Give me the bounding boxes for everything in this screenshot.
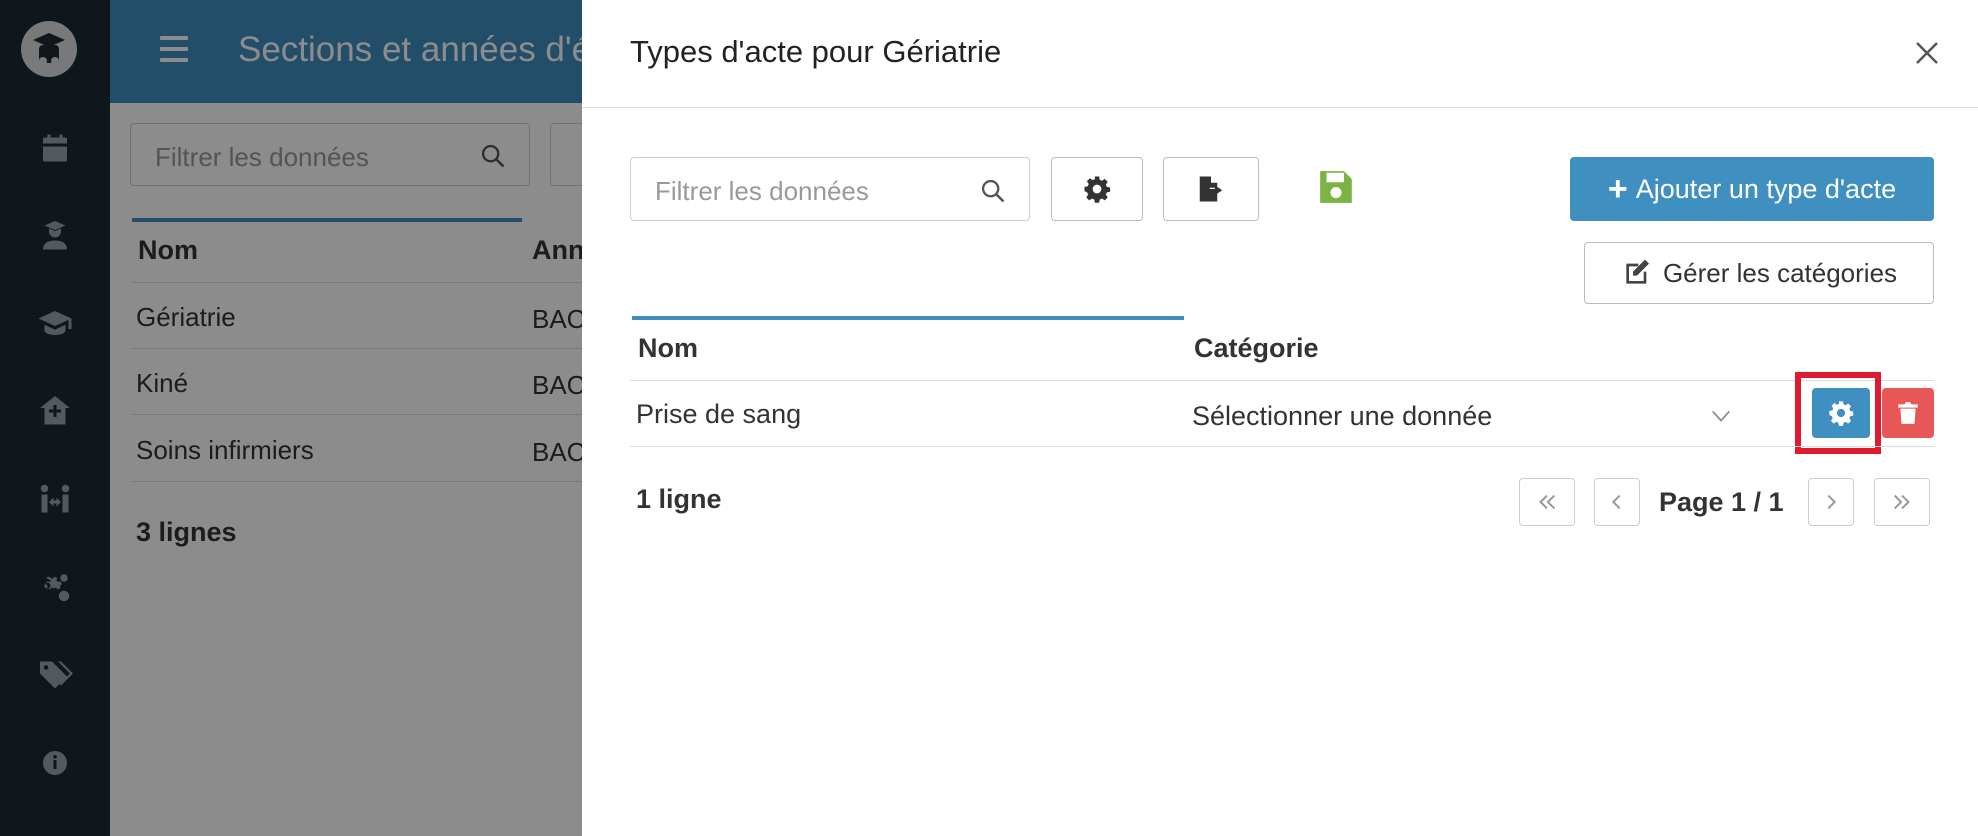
file-export-icon <box>1199 176 1223 202</box>
last-page-button[interactable] <box>1874 478 1930 526</box>
gear-icon <box>1829 401 1854 426</box>
add-act-type-button[interactable]: + Ajouter un type d'acte <box>1570 157 1934 221</box>
add-act-type-label: Ajouter un type d'acte <box>1635 173 1897 204</box>
row-divider <box>630 380 1934 381</box>
row-divider <box>630 446 1934 447</box>
search-input[interactable]: Filtrer les données <box>630 157 1030 221</box>
export-button[interactable] <box>1163 157 1259 221</box>
act-name-cell[interactable]: Prise de sang <box>636 399 801 430</box>
gear-icon <box>1084 176 1111 203</box>
settings-button[interactable] <box>1051 157 1143 221</box>
divider <box>582 107 1978 108</box>
search-placeholder: Filtrer les données <box>655 176 869 206</box>
column-header-category[interactable]: Catégorie <box>1194 333 1319 364</box>
double-chevron-left-icon <box>1539 494 1556 510</box>
page-indicator: Page 1 / 1 <box>1659 487 1784 517</box>
category-select[interactable]: Sélectionner une donnée <box>1192 401 1492 432</box>
row-settings-button[interactable] <box>1812 388 1870 438</box>
column-header-name[interactable]: Nom <box>638 333 698 364</box>
trash-icon <box>1898 402 1918 424</box>
chevron-down-icon[interactable] <box>1710 405 1732 427</box>
manage-categories-button[interactable]: Gérer les catégories <box>1584 242 1934 304</box>
manage-categories-label: Gérer les catégories <box>1662 257 1898 288</box>
acts-panel: Types d'acte pour Gériatrie Filtrer les … <box>582 0 1978 836</box>
first-page-button[interactable] <box>1519 478 1575 526</box>
double-chevron-right-icon <box>1893 494 1910 510</box>
close-icon[interactable] <box>1912 38 1942 68</box>
next-page-button[interactable] <box>1808 478 1854 526</box>
save-icon[interactable] <box>1317 168 1355 206</box>
plus-icon: + <box>1607 170 1628 208</box>
chevron-left-icon <box>1611 494 1621 510</box>
column-underline <box>632 316 1184 320</box>
search-icon <box>981 179 1005 203</box>
chevron-right-icon <box>1827 494 1837 510</box>
row-delete-button[interactable] <box>1882 388 1934 438</box>
previous-page-button[interactable] <box>1594 478 1640 526</box>
panel-title: Types d'acte pour Gériatrie <box>630 34 1002 69</box>
row-count: 1 ligne <box>636 484 722 514</box>
edit-icon <box>1626 259 1649 284</box>
